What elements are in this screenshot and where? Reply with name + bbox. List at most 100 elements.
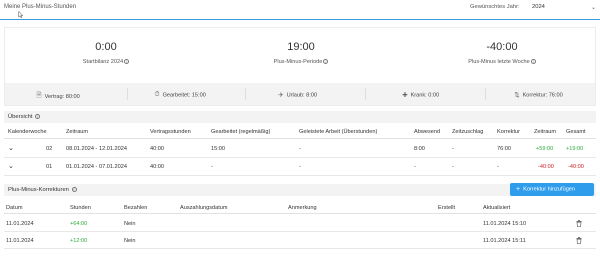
metric-correction: ⇅ Korrektur: 76:00	[513, 91, 562, 99]
stat-start-balance: 0:00 Startbilanz 2024 i	[36, 41, 176, 65]
column-header: Auszahlungsdatum	[180, 205, 228, 211]
metrics-row: 🗎 Vertrag: 80:00 ⏱ Gearbeitet: 15:00 ✈ U…	[5, 83, 595, 105]
info-icon[interactable]: i	[530, 59, 536, 65]
correction-cell: -	[497, 164, 499, 170]
column-header: Geleistete Arbeit (Überstunden)	[299, 129, 378, 135]
plus-icon: +	[516, 186, 521, 193]
statistics-panel: 0:00 Startbilanz 2024 i 19:00 Plus-Minus-…	[4, 27, 596, 106]
stat-label: Startbilanz 2024	[82, 59, 124, 65]
overview-title: Übersicht	[8, 114, 33, 121]
stat-value: 0:00	[95, 41, 117, 53]
column-header: Gesamt	[566, 129, 586, 135]
updated-cell: 11.01.2024 15:10	[483, 221, 527, 227]
pay-cell: Nein	[124, 221, 136, 227]
metric-value: 8:00	[306, 92, 318, 99]
top-bar: Meine Plus-Minus-Stunden Gewünschtes Jah…	[0, 0, 600, 20]
chevron-down-icon[interactable]: ⌄	[8, 162, 14, 170]
stat-plus-minus-period: 19:00 Plus-Minus-Periode i	[231, 41, 371, 65]
column-header: Zeitraum	[66, 129, 89, 135]
document-icon: 🗎	[36, 92, 42, 99]
surcharge-cell: -	[452, 164, 454, 170]
year-select-value: 2024	[532, 4, 545, 10]
metric-value: 80:00	[65, 93, 80, 100]
stat-label: Plus-Minus-Periode	[273, 59, 323, 65]
column-header: Datum	[6, 205, 23, 211]
column-header: Zeitraum	[534, 129, 557, 135]
page-title: Meine Plus-Minus-Stunden	[4, 4, 77, 10]
stat-value: 19:00	[287, 41, 315, 53]
divider	[127, 88, 128, 100]
overview-table-header: Kalenderwoche Zeitraum Vertragsstunden G…	[4, 127, 596, 139]
metric-label: Gearbeitet:	[162, 92, 191, 99]
divider	[365, 88, 366, 100]
metric-label: Urlaub:	[286, 92, 305, 99]
contract-cell: 40:00	[150, 146, 164, 152]
correction-cell: 76:00	[497, 146, 511, 152]
total-cell: -40:00	[568, 164, 584, 170]
column-header: Stunden	[70, 205, 91, 211]
pay-cell: Nein	[124, 238, 136, 244]
corrections-title: Plus-Minus-Korrekturen	[8, 187, 69, 194]
stat-value: -40:00	[486, 41, 518, 53]
hours-cell: +64:00	[70, 221, 88, 227]
contract-cell: 40:00	[150, 164, 164, 170]
corrections-table-header: Datum Stunden Bezahlen Auszahlungsdatum …	[4, 203, 596, 214]
column-header: Korrektur	[497, 129, 521, 135]
period-total-cell: +59:00	[536, 146, 554, 152]
metric-value: 15:00	[191, 92, 206, 99]
period-cell: 08.01.2024 - 12.01.2024	[66, 146, 127, 152]
column-header: Bezahlen	[124, 205, 148, 211]
metric-contract: 🗎 Vertrag: 80:00	[35, 91, 80, 102]
absent-cell: 8:00	[414, 146, 425, 152]
column-header: Anmerkung	[288, 205, 317, 211]
divider	[245, 88, 246, 100]
period-cell: 01.01.2024 - 07.01.2024	[66, 164, 127, 170]
stat-last-week: -40:00 Plus-Minus letzte Woche i	[432, 41, 572, 65]
worked-cell: 15:00	[211, 146, 225, 152]
mouse-cursor-icon	[18, 11, 24, 18]
hours-cell: +12:00	[70, 238, 88, 244]
metric-vacation: ✈ Urlaub: 8:00	[277, 91, 317, 99]
divider	[485, 88, 486, 100]
metric-label: Korrektur:	[522, 92, 548, 99]
table-row[interactable]: 11.01.2024 +64:00 Nein 11.01.2024 15:10	[4, 215, 596, 232]
info-icon[interactable]: i	[71, 187, 77, 192]
date-cell: 11.01.2024	[6, 238, 34, 244]
year-select[interactable]: 2024 ⌄	[532, 2, 598, 13]
absent-cell: -	[414, 164, 416, 170]
overtime-cell: -	[299, 164, 301, 170]
info-icon[interactable]: i	[323, 59, 329, 65]
table-row[interactable]: 11.01.2024 +12:00 Nein 11.01.2024 15:11	[4, 232, 596, 249]
metric-label: Vertrag:	[44, 93, 65, 100]
period-total-cell: -40:00	[538, 164, 554, 170]
overview-section-header: Übersicht i	[4, 111, 596, 123]
info-icon[interactable]: i	[35, 114, 41, 119]
trash-icon[interactable]	[576, 237, 582, 244]
table-row[interactable]: ⌄ 02 08.01.2024 - 12.01.2024 40:00 15:00…	[4, 140, 596, 158]
metric-label: Krank:	[410, 92, 427, 99]
stopwatch-icon: ⏱	[154, 91, 160, 98]
add-correction-label: Korrektur hinzufügen	[523, 186, 576, 193]
airplane-icon: ✈	[278, 92, 284, 99]
chevron-down-icon: ⌄	[590, 5, 596, 11]
correction-icon: ⇅	[514, 92, 520, 99]
column-header: Gearbeitet (regelmäßig)	[211, 129, 271, 135]
medical-bag-icon: ✚	[402, 92, 408, 99]
year-label: Gewünschtes Jahr:	[470, 4, 520, 10]
column-header: Erstellt	[438, 205, 456, 211]
column-header: Abwesend	[414, 129, 441, 135]
stat-label: Plus-Minus letzte Woche	[468, 59, 530, 65]
chevron-down-icon[interactable]: ⌄	[8, 144, 14, 152]
metric-value: 0:00	[428, 92, 440, 99]
add-correction-button[interactable]: + Korrektur hinzufügen	[510, 183, 594, 196]
column-header: Aktualisiert	[483, 205, 511, 211]
updated-cell: 11.01.2024 15:11	[483, 238, 526, 244]
info-icon[interactable]: i	[124, 59, 130, 65]
total-cell: +19:00	[566, 146, 584, 152]
worked-cell: -	[211, 164, 213, 170]
table-row[interactable]: ⌄ 01 01.01.2024 - 07.01.2024 40:00 - - -…	[4, 158, 596, 176]
trash-icon[interactable]	[576, 220, 582, 227]
metric-worked: ⏱ Gearbeitet: 15:00	[153, 91, 206, 99]
week-cell: 02	[46, 146, 53, 152]
date-cell: 11.01.2024	[6, 221, 34, 227]
